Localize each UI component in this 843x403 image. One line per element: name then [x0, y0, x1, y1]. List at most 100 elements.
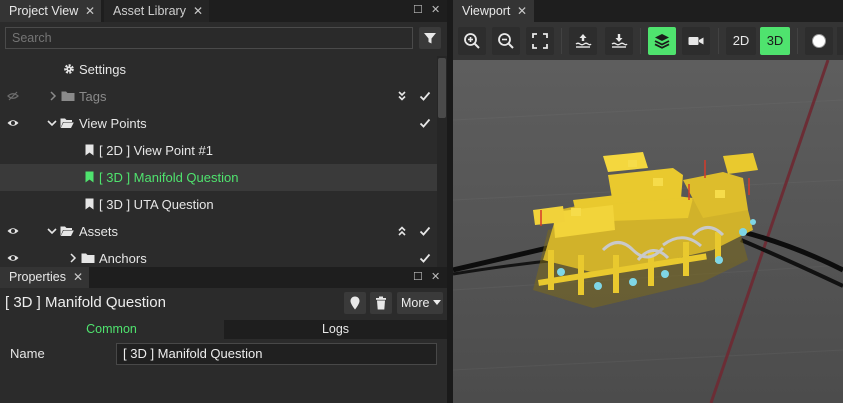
toolbar-overflow-button[interactable]	[837, 27, 843, 55]
name-input-value: [ 3D ] Manifold Question	[123, 346, 263, 361]
folder-icon	[81, 253, 95, 263]
check-icon[interactable]	[419, 225, 431, 237]
tree-item-uta-question[interactable]: [ 3D ] UTA Question	[0, 191, 437, 218]
video-camera-icon	[688, 37, 704, 45]
chevron-double-up-icon[interactable]	[397, 225, 407, 237]
tab-project-view[interactable]: Project View ✕	[0, 0, 101, 22]
bookmark-icon	[85, 144, 94, 156]
tab-asset-library[interactable]: Asset Library ✕	[104, 0, 209, 22]
tree-item-view-points[interactable]: View Points	[0, 110, 437, 137]
eye-icon[interactable]	[7, 117, 19, 129]
mode-2d-button[interactable]: 2D	[726, 27, 756, 55]
layers-icon	[654, 34, 670, 49]
zoom-in-button[interactable]	[458, 27, 486, 55]
chevron-down-icon[interactable]	[47, 226, 57, 236]
check-icon[interactable]	[419, 90, 431, 102]
tree-item-label: [ 3D ] UTA Question	[99, 197, 214, 212]
tree-item-label: View Points	[79, 116, 147, 131]
bookmark-icon	[85, 198, 94, 210]
mode-3d-button[interactable]: 3D	[760, 27, 790, 55]
subtab-logs-label: Logs	[321, 322, 350, 336]
toolbar-separator	[561, 28, 562, 54]
tree-scrollbar-thumb[interactable]	[438, 58, 446, 118]
trash-icon	[376, 296, 386, 310]
tree-item-label: [ 3D ] Manifold Question	[99, 170, 239, 185]
tree-item-assets[interactable]: Assets	[0, 218, 437, 245]
zoom-out-button[interactable]	[492, 27, 520, 55]
tree-item-label: [ 2D ] View Point #1	[99, 143, 213, 158]
tree-item-manifold-question[interactable]: [ 3D ] Manifold Question	[0, 164, 437, 191]
search-input[interactable]	[5, 27, 413, 49]
close-icon[interactable]: ✕	[193, 0, 203, 22]
tab-project-view-label: Project View	[9, 4, 79, 18]
surface-down-button[interactable]	[605, 27, 633, 55]
map-pin-icon	[350, 296, 360, 310]
tree-item-anchors[interactable]: Anchors	[0, 245, 437, 267]
tree-scrollbar[interactable]	[437, 56, 447, 267]
tab-properties[interactable]: Properties ✕	[0, 267, 89, 288]
subtab-common-label: Common	[86, 322, 137, 336]
toolbar-separator	[797, 28, 798, 54]
close-icon[interactable]: ✕	[431, 270, 440, 283]
maximize-icon[interactable]: ☐	[413, 3, 423, 16]
folder-icon	[61, 91, 75, 101]
maximize-icon[interactable]: ☐	[413, 270, 423, 283]
filter-icon	[424, 33, 436, 44]
folder-open-icon	[60, 226, 74, 236]
filter-button[interactable]	[419, 27, 441, 49]
tab-viewport-label: Viewport	[462, 4, 511, 18]
zoom-out-icon	[498, 33, 514, 49]
more-button-label: More	[401, 296, 430, 310]
water-level-up-icon	[575, 34, 592, 48]
zoom-in-icon	[464, 33, 480, 49]
close-icon[interactable]: ✕	[73, 267, 83, 288]
chevron-double-down-icon[interactable]	[397, 90, 407, 102]
tab-viewport[interactable]: Viewport ✕	[453, 0, 534, 22]
fit-view-button[interactable]	[526, 27, 554, 55]
surface-up-button[interactable]	[569, 27, 597, 55]
fullscreen-icon	[532, 33, 548, 49]
circle-icon	[812, 34, 826, 48]
chevron-right-icon[interactable]	[48, 91, 58, 101]
water-level-down-icon	[611, 34, 628, 48]
tree-item-label: Assets	[79, 224, 119, 239]
close-icon[interactable]: ✕	[517, 0, 527, 22]
viewport-3d-scene[interactable]	[453, 60, 843, 403]
eye-icon[interactable]	[7, 225, 19, 237]
delete-button[interactable]	[370, 292, 392, 314]
gear-icon	[64, 64, 74, 74]
folder-open-icon	[60, 118, 74, 128]
tree-item-label: Anchors	[99, 251, 147, 266]
chevron-right-icon[interactable]	[68, 253, 78, 263]
project-tree: Settings Tags View Points [ 2D ] View Po…	[0, 56, 437, 267]
layers-button[interactable]	[648, 27, 676, 55]
tree-item-tags[interactable]: Tags	[0, 83, 437, 110]
check-icon[interactable]	[419, 252, 431, 264]
tree-item-view-point-1[interactable]: [ 2D ] View Point #1	[0, 137, 437, 164]
toolbar-separator	[718, 28, 719, 54]
name-field-label: Name	[10, 346, 45, 361]
camera-button[interactable]	[682, 27, 710, 55]
toolbar-separator	[640, 28, 641, 54]
bookmark-icon	[85, 171, 94, 183]
locate-button[interactable]	[344, 292, 366, 314]
subtab-logs[interactable]: Logs	[224, 320, 447, 339]
name-input[interactable]: [ 3D ] Manifold Question	[116, 343, 437, 365]
caret-down-icon	[433, 300, 441, 305]
subtab-common[interactable]: Common	[0, 320, 223, 339]
tab-properties-label: Properties	[9, 270, 66, 284]
eye-icon[interactable]	[7, 252, 19, 264]
more-button[interactable]: More	[397, 292, 443, 314]
tree-item-label: Settings	[79, 62, 126, 77]
tree-item-label: Tags	[79, 89, 107, 104]
close-icon[interactable]: ✕	[431, 3, 440, 16]
eye-hidden-icon[interactable]	[7, 90, 19, 102]
tab-asset-library-label: Asset Library	[113, 4, 186, 18]
render-toggle-button[interactable]	[805, 27, 833, 55]
close-icon[interactable]: ✕	[85, 0, 95, 22]
tree-item-settings[interactable]: Settings	[0, 56, 437, 83]
chevron-down-icon[interactable]	[47, 118, 57, 128]
scene-render	[453, 60, 843, 403]
properties-title: [ 3D ] Manifold Question	[5, 294, 166, 311]
check-icon[interactable]	[419, 117, 431, 129]
